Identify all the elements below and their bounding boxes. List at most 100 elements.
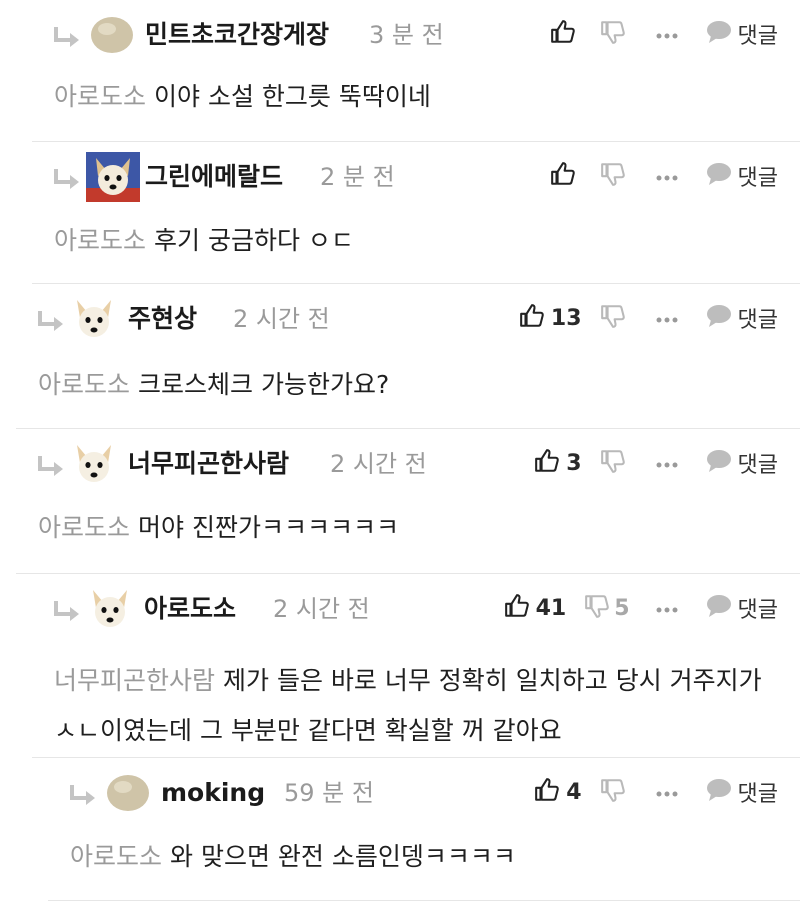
comment-text: 아로도소 이야 소설 한그릇 뚝딱이네 [54,78,780,116]
thumbs-down-icon [600,21,625,44]
comment-text: 너무피곤한사람 제가 들은 바로 너무 정확히 일치하고 당시 거주지가 ㅅㄴ이였… [54,656,780,756]
avatar[interactable] [86,152,140,202]
more-options-button[interactable] [656,454,678,473]
comment-item: 그린에메랄드 2 분 전 댓글 아로도소 후기 궁금하다 ㅇㄷ [32,142,800,284]
reply-button[interactable]: 댓글 [706,592,778,624]
more-options-icon [656,175,678,180]
reply-button[interactable]: 댓글 [706,160,778,192]
reply-arrow [36,310,64,332]
reply-arrow [36,455,64,477]
comment-item: 주현상 2 시간 전 13 댓글 아로도소 크로스체크 가능한가요? [16,284,800,429]
comment-item: moking 59 분 전 4 댓글 아로도소 와 맞으면 완전 소름인뎅ㅋㅋㅋㅋ [48,758,800,901]
dislike-button[interactable] [600,448,630,478]
avatar[interactable] [88,586,132,630]
comment-text: 아로도소 크로스체크 가능한가요? [38,366,780,404]
comment-time: 2 시간 전 [233,305,330,333]
avatar[interactable] [106,773,150,813]
like-button[interactable]: 41 [504,593,567,623]
reply-button[interactable]: 댓글 [706,302,778,334]
comment-body: 머야 진짠가ㅋㅋㅋㅋㅋㅋ [138,513,399,542]
speech-bubble-icon [706,779,731,801]
comment-time: 2 시간 전 [273,595,370,623]
more-options-icon [656,607,678,612]
reply-arrow-icon [54,27,79,47]
like-count: 13 [550,305,582,331]
more-options-button[interactable] [656,25,678,44]
dislike-button[interactable]: 5 [584,593,630,623]
comment-body: 후기 궁금하다 ㅇㄷ [154,226,354,255]
reply-button[interactable]: 댓글 [706,447,778,479]
reply-arrow-icon [38,456,63,476]
like-button[interactable] [550,19,582,49]
like-button[interactable]: 13 [519,303,582,333]
comment-time: 3 분 전 [369,21,444,49]
reply-arrow-icon [38,311,63,331]
more-options-button[interactable] [656,309,678,328]
speech-bubble-icon [706,450,731,472]
avatar[interactable] [72,441,116,485]
comment-time: 2 분 전 [320,163,395,191]
more-options-button[interactable] [656,167,678,186]
avatar[interactable] [72,296,116,340]
thumbs-up-icon [550,162,575,185]
more-options-button[interactable] [656,783,678,802]
like-button[interactable] [550,161,582,191]
like-button[interactable]: 3 [534,448,582,478]
like-button[interactable]: 4 [534,777,582,807]
comment-body: 크로스체크 가능한가요? [138,370,390,399]
reply-button[interactable]: 댓글 [706,18,778,50]
comment-item: 아로도소 2 시간 전 41 5 댓글 너무피곤한사람 제가 들은 바로 너무 정… [32,574,800,758]
thumbs-down-icon [600,305,625,328]
reply-arrow [52,168,80,190]
thumbs-up-icon [550,20,575,43]
reply-arrow [52,26,80,48]
comment-item: 너무피곤한사람 2 시간 전 3 댓글 아로도소 머야 진짠가ㅋㅋㅋㅋㅋㅋ [16,429,800,574]
mention[interactable]: 아로도소 [38,370,130,399]
thumbs-down-icon [600,779,625,802]
reply-arrow [52,600,80,622]
mention[interactable]: 아로도소 [70,842,162,871]
comment-time: 59 분 전 [284,779,374,807]
like-count: 4 [566,779,582,805]
speech-bubble-icon [706,163,731,185]
comment-author[interactable]: 주현상 [128,302,197,336]
mention[interactable]: 아로도소 [54,82,146,111]
mention[interactable]: 너무피곤한사람 [54,666,215,695]
dislike-button[interactable] [600,777,630,807]
reply-label: 댓글 [737,453,778,478]
comment-author[interactable]: 그린에메랄드 [145,160,283,194]
mention[interactable]: 아로도소 [54,226,146,255]
thumbs-down-icon [600,163,625,186]
comment-author[interactable]: moking [161,776,265,810]
comment-body: 와 맞으면 완전 소름인뎅ㅋㅋㅋㅋ [170,842,516,871]
thumbs-down-icon [585,595,610,618]
reply-button[interactable]: 댓글 [706,776,778,808]
reply-arrow-icon [54,169,79,189]
more-options-button[interactable] [656,599,678,618]
comment-author[interactable]: 너무피곤한사람 [128,447,289,481]
comment-author[interactable]: 민트초코간장게장 [145,18,329,52]
reply-label: 댓글 [737,308,778,333]
more-options-icon [656,33,678,38]
speech-bubble-icon [706,305,731,327]
reply-label: 댓글 [737,598,778,623]
reply-arrow-icon [70,785,95,805]
speech-bubble-icon [706,21,731,43]
like-count: 41 [535,595,567,621]
more-options-icon [656,791,678,796]
dislike-button[interactable] [600,303,630,333]
comment-author[interactable]: 아로도소 [144,592,236,626]
reply-arrow [68,784,96,806]
thumbs-up-icon [520,304,544,327]
avatar[interactable] [90,15,134,55]
reply-label: 댓글 [737,782,778,807]
mention[interactable]: 아로도소 [38,513,130,542]
comment-body: 이야 소설 한그릇 뚝딱이네 [154,82,431,111]
dislike-button[interactable] [600,161,630,191]
reply-label: 댓글 [737,166,778,191]
thumbs-up-icon [504,594,529,617]
reply-label: 댓글 [737,24,778,49]
dislike-button[interactable] [600,19,630,49]
speech-bubble-icon [706,595,731,617]
more-options-icon [656,462,678,467]
